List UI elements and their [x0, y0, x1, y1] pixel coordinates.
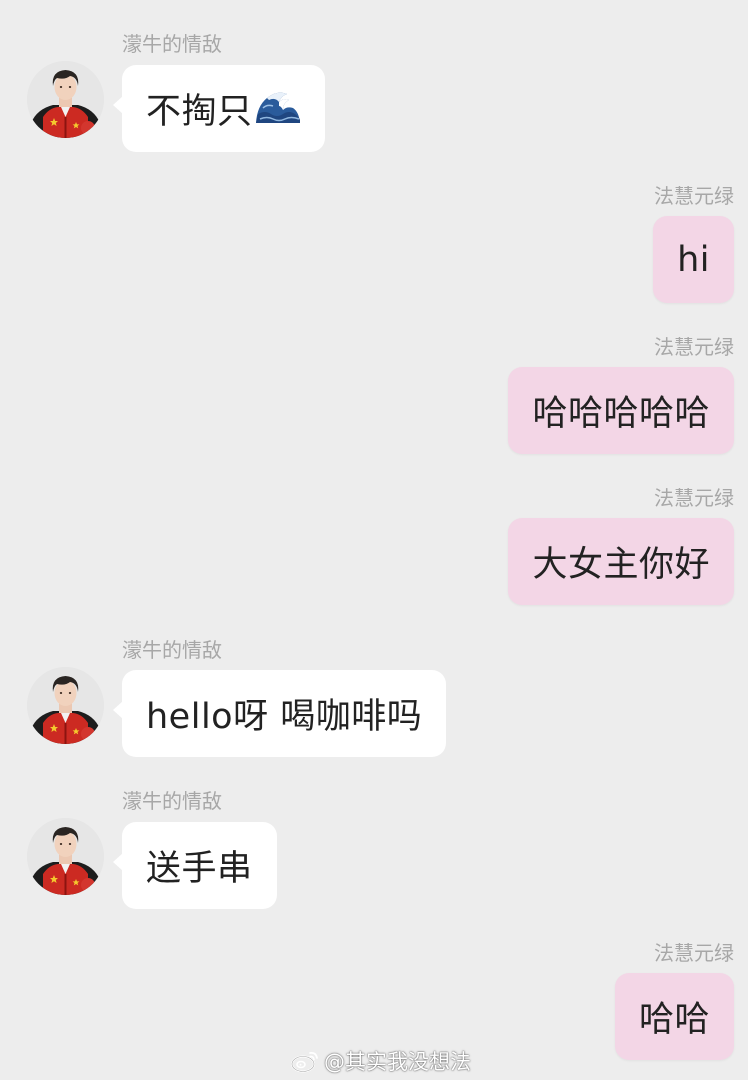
message-text: 哈哈: [638, 1000, 710, 1040]
message-text: 大女主你好: [532, 545, 710, 585]
watermark-text: @其实我没想法: [324, 1050, 471, 1074]
message-bubble-outgoing[interactable]: 哈哈: [614, 973, 734, 1060]
contact-avatar[interactable]: [27, 667, 104, 744]
message-text: 不掏只: [146, 92, 253, 132]
message-bubble-outgoing[interactable]: hi: [653, 216, 734, 303]
message-bubble-incoming[interactable]: 送手串: [113, 822, 277, 909]
message-text: hello呀 喝咖啡吗: [146, 697, 423, 737]
sender-name: 濛牛的情敌: [122, 789, 222, 813]
sender-name: 法慧元绿: [654, 184, 734, 208]
message-bubble-incoming[interactable]: 不掏只: [113, 65, 325, 152]
message-bubble-incoming[interactable]: hello呀 喝咖啡吗: [112, 670, 447, 757]
water-wave-icon: [254, 84, 301, 133]
contact-avatar[interactable]: [27, 61, 104, 138]
avatar-portrait-icon: [27, 818, 104, 895]
message-bubble-outgoing[interactable]: 哈哈哈哈哈: [508, 367, 734, 454]
sender-name: 濛牛的情敌: [122, 638, 222, 662]
message-text: 哈哈哈哈哈: [532, 394, 710, 434]
contact-avatar[interactable]: [27, 818, 104, 895]
weibo-logo-icon: [291, 1051, 318, 1073]
message-text: 送手串: [146, 849, 253, 889]
sender-name: 法慧元绿: [654, 486, 734, 510]
sender-name: 濛牛的情敌: [122, 32, 222, 56]
sender-name: 法慧元绿: [654, 941, 734, 965]
message-text: hi: [677, 239, 710, 280]
avatar-portrait-icon: [27, 61, 104, 138]
avatar-portrait-icon: [27, 667, 104, 744]
sender-name: 法慧元绿: [654, 335, 734, 359]
chat-area: 濛牛的情敌 不掏只 法慧元绿 hi 法慧元绿 哈哈哈哈哈 法慧元绿 大女主你好 …: [0, 0, 748, 1080]
message-bubble-outgoing[interactable]: 大女主你好: [508, 518, 734, 605]
watermark: @其实我没想法: [290, 1046, 471, 1076]
